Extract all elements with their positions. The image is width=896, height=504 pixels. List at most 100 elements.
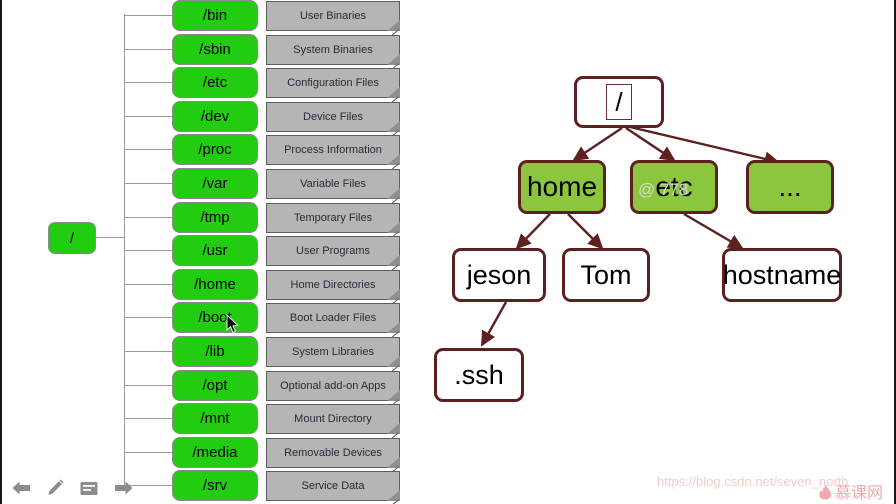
row-connector [124,15,172,16]
directory-description-label: Process Information [284,144,382,156]
directory-chip-srv[interactable]: /srv [172,470,258,501]
directory-chip-label: /opt [202,377,228,394]
row-connector [124,452,172,453]
tree-node-label: / [606,84,632,120]
mouse-pointer-icon [226,314,240,334]
directory-chip-label: /etc [202,74,228,91]
row-connector [124,217,172,218]
notes-button[interactable] [78,477,100,499]
annotate-button[interactable] [44,477,66,499]
directory-description-note: Device Files [266,102,400,140]
row-connector [124,116,172,117]
flame-icon [819,483,832,500]
directory-description-note: Home Directories [266,270,400,308]
directory-chip-label: /dev [200,108,230,125]
root-connector [96,237,124,238]
directory-description-label: Service Data [301,480,365,492]
previous-slide-button[interactable] [10,477,32,499]
row-connector [124,418,172,419]
directory-description-label: Variable Files [300,178,366,190]
directory-chip-mnt[interactable]: /mnt [172,403,258,434]
directory-description-label: Temporary Files [293,212,373,224]
imooc-logo-text: 慕课网 [835,483,884,502]
directory-description-label: Optional add-on Apps [280,380,386,392]
directory-chip-bin[interactable]: /bin [172,0,258,31]
left-root-label: / [69,229,75,247]
row-connector [124,317,172,318]
directory-chip-tmp[interactable]: /tmp [172,202,258,233]
directory-chip-label: /srv [202,477,228,494]
directory-description-label: Removable Devices [284,447,382,459]
tree-root-node[interactable]: / [574,76,664,128]
tree-node-label: Tom [580,259,632,290]
tree-node-etc[interactable]: etc [630,160,718,214]
tree-node-label: jeson [466,259,532,290]
tree-node-tom[interactable]: Tom [562,248,650,302]
directory-chip-var[interactable]: /var [172,168,258,199]
directory-description-note: Process Information [266,135,400,173]
directory-chip-opt[interactable]: /opt [172,370,258,401]
directory-description-note: User Binaries [266,1,400,39]
directory-description-label: Device Files [303,111,363,123]
directory-description-label: User Programs [296,245,370,257]
directory-description-note: Configuration Files [266,68,400,106]
directory-description-label: Configuration Files [287,77,379,89]
directory-chip-home[interactable]: /home [172,269,258,300]
tree-node-jeson[interactable]: jeson [452,248,546,302]
row-connector [124,385,172,386]
pencil-icon [48,479,64,495]
imooc-logo: 慕课网 [818,479,883,503]
directory-chip-media[interactable]: /media [172,437,258,468]
directory-chip-label: /usr [202,242,228,259]
directory-description-label: User Binaries [299,10,367,22]
directory-chip-label: /media [192,444,238,461]
directory-description-note: System Libraries [266,337,400,375]
directory-chip-label: /home [194,276,236,293]
tree-node-ellipsis[interactable]: ... [746,160,834,214]
directory-chip-proc[interactable]: /proc [172,134,258,165]
directory-chip-label: /sbin [199,41,231,58]
directory-chip-usr[interactable]: /usr [172,235,258,266]
row-connector [124,250,172,251]
directory-description-label: System Binaries [293,44,373,56]
slide-toolbar [10,477,134,499]
row-connector [124,284,172,285]
directory-description-label: Home Directories [290,279,376,291]
filesystem-tree-diagram: / home etc... jeson Tom hostname .ssh [422,0,894,504]
directory-chip-sbin[interactable]: /sbin [172,34,258,65]
tree-node-home[interactable]: home [518,160,606,214]
tree-node-label: home [526,171,598,202]
next-slide-button[interactable] [112,477,134,499]
directory-description-note: Boot Loader Files [266,303,400,341]
arrow-right-icon [114,481,132,495]
slide-canvas: / /bin User Binaries/sbin System Binaries /… [0,0,896,504]
directory-description-note: Removable Devices [266,438,400,476]
directory-chip-label: /lib [205,343,225,360]
directory-description-label: System Libraries [292,346,374,358]
directory-chip-boot[interactable]: /boot [172,302,258,333]
left-root-node[interactable]: / [48,222,96,254]
directory-description-note: System Binaries [266,35,400,73]
tree-node-hostname[interactable]: hostname [722,248,842,302]
directory-description-label: Boot Loader Files [289,312,377,324]
directory-chip-label: /bin [202,7,228,24]
directory-chip-label: /var [202,175,228,192]
tree-node-label: ... [778,171,802,202]
directory-description-note: Optional add-on Apps [266,371,400,409]
arrow-left-icon [12,481,30,495]
row-connector [124,149,172,150]
row-connector [124,82,172,83]
row-connector [124,49,172,50]
tree-node-label: hostname [722,259,842,290]
directory-chip-lib[interactable]: /lib [172,336,258,367]
directory-description-note: Service Data [266,471,400,504]
directory-description-note: Mount Directory [266,404,400,442]
directory-chip-label: /proc [198,141,232,158]
note-icon [80,481,98,495]
directory-description-note: Variable Files [266,169,400,207]
directory-chip-dev[interactable]: /dev [172,101,258,132]
tree-node-label: .ssh [454,359,504,390]
directory-description-note: Temporary Files [266,203,400,241]
directory-chip-etc[interactable]: /etc [172,67,258,98]
tree-node-ssh[interactable]: .ssh [434,348,524,402]
